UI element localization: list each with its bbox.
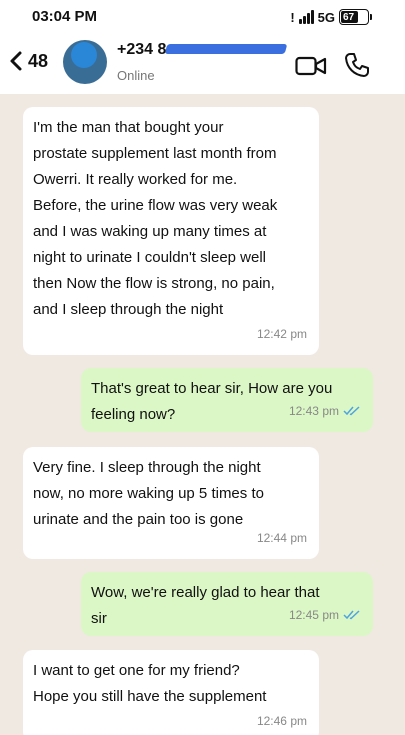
message-meta: 12:45 pm xyxy=(289,602,361,628)
message-bubble[interactable]: That's great to hear sir, How are you fe… xyxy=(81,368,373,432)
message-text: I'm the man that bought your prostate su… xyxy=(33,119,278,318)
message-time: 12:43 pm xyxy=(288,404,339,418)
video-call-icon[interactable] xyxy=(295,56,327,76)
message-bubble[interactable]: I'm the man that bought your prostate su… xyxy=(23,107,319,355)
status-bar: 03:04 PM ! 5G 67 xyxy=(0,0,405,32)
message-meta: 12:43 pm xyxy=(289,398,361,424)
message-time: 12:44 pm xyxy=(256,531,307,545)
message-text: Very fine. I sleep through the night now… xyxy=(33,459,264,528)
message-list[interactable]: I'm the man that bought your prostate su… xyxy=(0,94,405,735)
double-check-icon xyxy=(343,406,360,416)
message-bubble[interactable]: I want to get one for my friend? Hope yo… xyxy=(23,650,319,735)
battery-icon: 67 xyxy=(339,9,372,25)
contact-status: Online xyxy=(117,68,155,83)
unread-count: 48 xyxy=(28,50,49,71)
message-meta: 12:46 pm xyxy=(257,708,307,734)
phone-icon[interactable] xyxy=(343,51,371,79)
back-button[interactable]: 48 xyxy=(8,46,48,76)
alert-icon: ! xyxy=(290,9,295,25)
network-type: 5G xyxy=(317,9,335,25)
contact-name[interactable]: +234 8 xyxy=(117,41,166,59)
battery-level: 67 xyxy=(341,11,359,23)
message-bubble[interactable]: Wow, we're really glad to hear that sir … xyxy=(81,572,373,636)
name-redaction xyxy=(164,44,288,54)
message-bubble[interactable]: Very fine. I sleep through the night now… xyxy=(23,447,319,559)
status-indicators: ! 5G 67 xyxy=(290,8,372,26)
message-time: 12:42 pm xyxy=(256,327,307,341)
chevron-left-icon xyxy=(10,51,22,71)
message-text: I want to get one for my friend? Hope yo… xyxy=(33,662,267,705)
chat-header: 48 +234 8 Online xyxy=(0,32,405,94)
avatar[interactable] xyxy=(63,40,107,84)
double-check-icon xyxy=(343,610,360,620)
signal-icon xyxy=(298,10,314,24)
message-time: 12:45 pm xyxy=(288,608,339,622)
message-meta: 12:44 pm xyxy=(257,525,307,551)
message-time: 12:46 pm xyxy=(256,714,307,728)
status-time: 03:04 PM xyxy=(32,8,98,25)
message-meta: 12:42 pm xyxy=(257,321,307,347)
avatar-redaction xyxy=(71,42,97,68)
